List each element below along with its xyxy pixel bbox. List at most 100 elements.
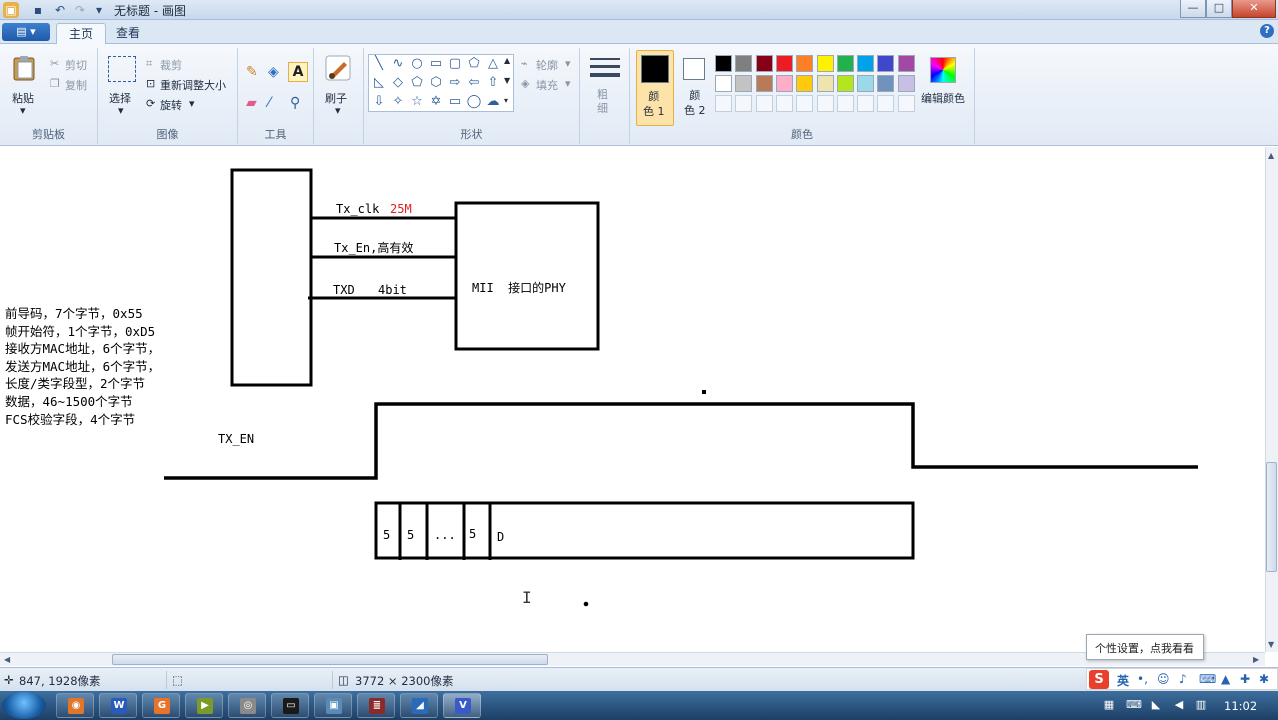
right-triangle-shape-icon[interactable]: ◺ [371, 75, 387, 91]
custom-color-slot[interactable] [775, 95, 793, 112]
six-point-star-shape-icon[interactable]: ✡ [428, 94, 444, 110]
custom-color-slot[interactable] [816, 95, 834, 112]
custom-color-slot[interactable] [857, 95, 875, 112]
palette-swatch[interactable] [836, 75, 854, 92]
ime-keyboard-icon[interactable]: ⌨ [1199, 672, 1216, 686]
palette-swatch[interactable] [897, 75, 915, 92]
palette-swatch[interactable] [755, 75, 773, 92]
rotate-button[interactable]: 旋转 [160, 97, 182, 113]
shapes-more-icon[interactable]: ▾ [504, 96, 508, 105]
magnifier-icon[interactable]: ⚲ [290, 95, 300, 111]
resize-button[interactable]: 重新调整大小 [160, 77, 226, 93]
oval-shape-icon[interactable]: ○ [409, 56, 425, 72]
rotate-dropdown-icon[interactable]: ▾ [189, 97, 195, 110]
palette-swatch[interactable] [857, 75, 875, 92]
tray-network-icon[interactable]: ◣ [1149, 698, 1163, 712]
triangle-shape-icon[interactable]: △ [485, 56, 501, 72]
line-shape-icon[interactable]: ╲ [371, 56, 387, 72]
palette-swatch[interactable] [735, 75, 753, 92]
text-tool-icon[interactable]: A [288, 62, 308, 82]
drawing-canvas[interactable]: Tx_clk 25M Tx_En,高有效 TXD 4bit MII 接口的PHY… [0, 147, 1278, 652]
tray-volume-icon[interactable]: ◀ [1172, 698, 1186, 712]
curve-shape-icon[interactable]: ∿ [390, 56, 406, 72]
color2-swatch[interactable] [683, 58, 705, 80]
copy-button[interactable]: 复制 [65, 77, 87, 93]
scroll-right-arrow-icon[interactable]: ▶ [1253, 655, 1259, 664]
paste-icon[interactable] [10, 54, 38, 82]
taskbar-app[interactable]: ◎ [228, 693, 266, 718]
color1-button[interactable]: 颜 色 1 [636, 50, 674, 126]
ime-language-toggle[interactable]: 英 [1117, 672, 1129, 689]
redo-icon[interactable]: ↷ [72, 2, 88, 18]
sogou-logo-icon[interactable]: S [1089, 670, 1109, 689]
paste-dropdown-icon[interactable]: ▾ [20, 104, 26, 117]
color2-label[interactable]: 颜 色 2 [684, 88, 706, 118]
callout-oval-shape-icon[interactable]: ◯ [466, 94, 482, 110]
vertical-scroll-thumb[interactable] [1266, 462, 1277, 572]
palette-swatch[interactable] [755, 55, 773, 72]
fill-button[interactable]: 填充 [536, 77, 558, 93]
horizontal-scroll-thumb[interactable] [112, 654, 548, 665]
left-arrow-shape-icon[interactable]: ⇦ [466, 75, 482, 91]
shapes-scroll-down-icon[interactable]: ▼ [504, 76, 510, 85]
ime-tools-icon[interactable]: ✚ [1240, 672, 1250, 686]
paint-app-icon[interactable]: ▣ [3, 2, 19, 18]
crop-button[interactable]: 裁剪 [160, 57, 182, 73]
minimize-button[interactable]: — [1180, 0, 1206, 18]
undo-icon[interactable]: ↶ [52, 2, 68, 18]
taskbar-app[interactable]: ◢ [400, 693, 438, 718]
tray-keyboard-icon[interactable]: ⌨ [1126, 698, 1142, 712]
tab-view[interactable]: 查看 [104, 23, 152, 44]
rounded-rectangle-shape-icon[interactable]: ▢ [447, 56, 463, 72]
customize-toolbar-icon[interactable]: ▾ [91, 2, 107, 18]
start-button[interactable] [2, 692, 46, 719]
brush-icon[interactable] [324, 54, 352, 82]
palette-swatch[interactable] [877, 55, 895, 72]
taskbar-app[interactable]: W [99, 693, 137, 718]
taskbar-app[interactable]: ▶ [185, 693, 223, 718]
hexagon-shape-icon[interactable]: ⬡ [428, 75, 444, 91]
custom-color-slot[interactable] [735, 95, 753, 112]
diamond-shape-icon[interactable]: ◇ [390, 75, 406, 91]
fill-bucket-icon[interactable]: ◈ [268, 64, 279, 80]
up-arrow-shape-icon[interactable]: ⇧ [485, 75, 501, 91]
ime-punctuation-icon[interactable]: •, [1137, 672, 1148, 686]
polygon-shape-icon[interactable]: ⬠ [466, 56, 482, 72]
palette-swatch[interactable] [816, 55, 834, 72]
help-icon[interactable]: ? [1260, 24, 1274, 38]
custom-color-slot[interactable] [897, 95, 915, 112]
select-dropdown-icon[interactable]: ▾ [118, 104, 124, 117]
palette-swatch[interactable] [775, 75, 793, 92]
taskbar-app[interactable]: ▭ [271, 693, 309, 718]
brush-dropdown-icon[interactable]: ▾ [335, 104, 341, 117]
palette-swatch[interactable] [816, 75, 834, 92]
ime-settings-icon[interactable]: ✱ [1259, 672, 1269, 686]
custom-color-slot[interactable] [715, 95, 732, 112]
five-point-star-shape-icon[interactable]: ☆ [409, 94, 425, 110]
four-point-star-shape-icon[interactable]: ✧ [390, 94, 406, 110]
palette-swatch[interactable] [796, 55, 814, 72]
pentagon-shape-icon[interactable]: ⬠ [409, 75, 425, 91]
right-arrow-shape-icon[interactable]: ⇨ [447, 75, 463, 91]
custom-color-slot[interactable] [755, 95, 773, 112]
custom-color-slot[interactable] [877, 95, 895, 112]
ime-voice-icon[interactable]: ♪ [1179, 672, 1187, 686]
sogou-ime-bar[interactable]: S 英 •, ☺ ♪ ⌨ ▲ ✚ ✱ [1086, 668, 1278, 690]
save-icon[interactable]: ▪ [30, 2, 46, 18]
down-arrow-shape-icon[interactable]: ⇩ [371, 94, 387, 110]
close-button[interactable]: ✕ [1232, 0, 1276, 18]
palette-swatch[interactable] [775, 55, 793, 72]
paint-menu-button[interactable]: ▤ ▾ [2, 23, 50, 41]
pencil-icon[interactable]: ✎ [246, 64, 258, 80]
size-button[interactable]: 粗细 [597, 88, 611, 116]
scroll-down-arrow-icon[interactable]: ▼ [1268, 640, 1274, 649]
taskbar-app[interactable]: ▣ [314, 693, 352, 718]
cut-button[interactable]: 剪切 [65, 57, 87, 73]
palette-swatch[interactable] [796, 75, 814, 92]
custom-color-slot[interactable] [836, 95, 854, 112]
taskbar-app[interactable]: ≣ [357, 693, 395, 718]
fill-dropdown-icon[interactable]: ▾ [565, 77, 571, 90]
maximize-button[interactable]: □ [1206, 0, 1232, 18]
tab-home[interactable]: 主页 [56, 23, 107, 44]
custom-color-slot[interactable] [796, 95, 814, 112]
